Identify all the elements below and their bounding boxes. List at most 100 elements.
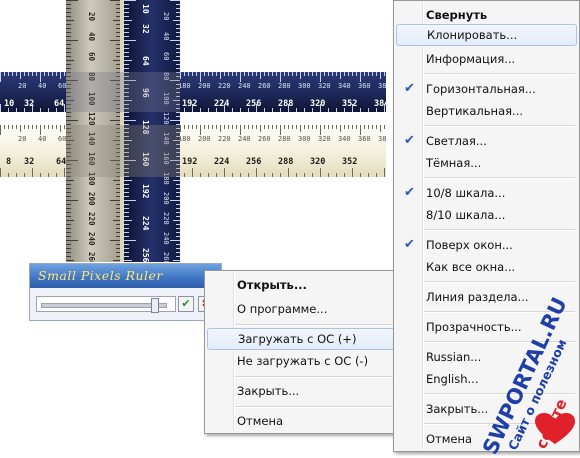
ruler-tick [32, 72, 33, 76]
ruler-tick [176, 48, 180, 49]
menu-item-autostart-on[interactable]: Загружать с ОС (+) [207, 328, 409, 350]
ruler-tick [66, 188, 71, 189]
ruler-tick [66, 0, 78, 1]
ruler-tick [312, 72, 313, 76]
ruler-number-minor: 300 [298, 135, 311, 143]
menu-item-minimize[interactable]: Свернуть [396, 4, 577, 26]
ruler-tick [66, 116, 71, 117]
horizontal-light-ruler[interactable]: 2040608010012014016018020022024026028030… [0, 125, 386, 177]
ruler-tick [200, 173, 201, 177]
ruler-tick [272, 125, 273, 129]
ruler-tick [340, 125, 341, 132]
ruler-tick [288, 72, 289, 76]
menu-item-always-on-top[interactable]: ✔ Поверх окон... [396, 234, 577, 256]
ruler-tick [66, 68, 71, 69]
menu-item-cancel[interactable]: Отмена [207, 410, 409, 432]
ruler-tick [8, 72, 9, 76]
menu-item-horizontal[interactable]: ✔ Горизонтальная... [396, 78, 577, 100]
menu-item-info[interactable]: Информация... [396, 48, 577, 70]
menu-item-light[interactable]: ✔ Светлая... [396, 130, 577, 152]
ruler-tick [324, 72, 325, 76]
ruler-number: 260 [87, 252, 96, 262]
ruler-tick [176, 36, 180, 37]
ruler-tick [66, 196, 71, 197]
ruler-tick [176, 44, 180, 45]
ruler-tick [66, 16, 71, 17]
ruler-tick [176, 204, 180, 205]
ruler-tick [176, 112, 180, 113]
ruler-tick [184, 108, 185, 112]
main-context-menu: Свернуть Клонировать... Информация... ✔ … [393, 0, 580, 452]
ruler-tick [8, 125, 9, 129]
ruler-tick [66, 256, 71, 257]
ruler-number-minor: 260 [162, 252, 170, 262]
ruler-tick [260, 72, 261, 79]
ruler-tick [328, 173, 329, 177]
ruler-tick [124, 4, 129, 5]
check-icon: ✔ [404, 237, 415, 252]
ruler-number-minor: 20 [18, 82, 27, 90]
tray-context-menu: Открыть... О программе... Загружать с ОС… [204, 270, 412, 434]
ruler-tick [124, 32, 129, 33]
ruler-tick [66, 216, 71, 217]
menu-item-about[interactable]: О программе... [207, 298, 409, 320]
ruler-tick [244, 125, 245, 129]
ruler-overlap-bottom [66, 125, 180, 177]
menu-item-close[interactable]: Закрыть... [207, 380, 409, 402]
ruler-tick [328, 108, 329, 112]
ruler-tick [212, 72, 213, 76]
check-icon: ✔ [404, 133, 415, 148]
menu-separator [424, 177, 575, 179]
ruler-tick [66, 32, 71, 33]
ruler-tick [200, 72, 201, 82]
ruler-tick [176, 256, 180, 257]
ruler-tick [12, 125, 13, 129]
slider-thumb[interactable] [151, 298, 159, 313]
menu-item-normal-window[interactable]: Как все окна... [396, 256, 577, 278]
ruler-tick [66, 192, 71, 193]
ruler-tick [308, 72, 309, 76]
menu-item-open[interactable]: Открыть... [207, 274, 409, 296]
ruler-number: 120 [87, 112, 96, 126]
ruler-tick [356, 72, 357, 76]
menu-item-clone[interactable]: Клонировать... [396, 24, 577, 46]
ruler-tick [66, 212, 71, 213]
ruler-tick [56, 108, 57, 112]
ruler-tick [124, 188, 129, 189]
ruler-tick [170, 40, 180, 41]
ruler-tick [240, 173, 241, 177]
ruler-tick [376, 173, 377, 177]
ruler-tick [66, 44, 71, 45]
transparency-slider[interactable] [36, 296, 176, 313]
ruler-tick [280, 72, 281, 82]
ruler-tick [4, 72, 5, 76]
ruler-number-minor: 240 [238, 135, 251, 143]
ruler-tick [66, 240, 78, 241]
menu-item-scale-10-8[interactable]: ✔ 10/8 шкала... [396, 182, 577, 204]
ruler-tick [176, 236, 180, 237]
menu-item-autostart-off[interactable]: Не загружать с ОС (-) [207, 350, 409, 372]
ruler-tick [176, 184, 180, 185]
ruler-tick [176, 16, 180, 17]
ruler-tick [248, 72, 249, 76]
ruler-tick [124, 64, 129, 65]
ruler-tick [24, 125, 25, 129]
ruler-tick [124, 68, 129, 69]
horizontal-dark-ruler[interactable]: 2040608010012014016018020022024026028030… [0, 72, 386, 112]
ruler-tick [124, 0, 136, 1]
ruler-number-minor: 200 [198, 135, 211, 143]
ok-button[interactable]: ✔ [178, 296, 194, 312]
ruler-tick [224, 168, 225, 177]
menu-item-dark[interactable]: Тёмная... [396, 152, 577, 174]
ruler-tick [268, 125, 269, 129]
panel-titlebar[interactable]: Small Pixels Ruler [30, 264, 221, 288]
ruler-tick [352, 104, 353, 112]
ruler-tick [292, 72, 293, 76]
ruler-tick [176, 116, 180, 117]
menu-item-vertical[interactable]: Вертикальная... [396, 100, 577, 122]
ruler-tick [176, 4, 180, 5]
ruler-number: 32 [24, 157, 35, 167]
menu-item-scale-8-10[interactable]: 8/10 шкала... [396, 204, 577, 226]
ruler-tick [240, 72, 241, 82]
ruler-tick [212, 125, 213, 129]
